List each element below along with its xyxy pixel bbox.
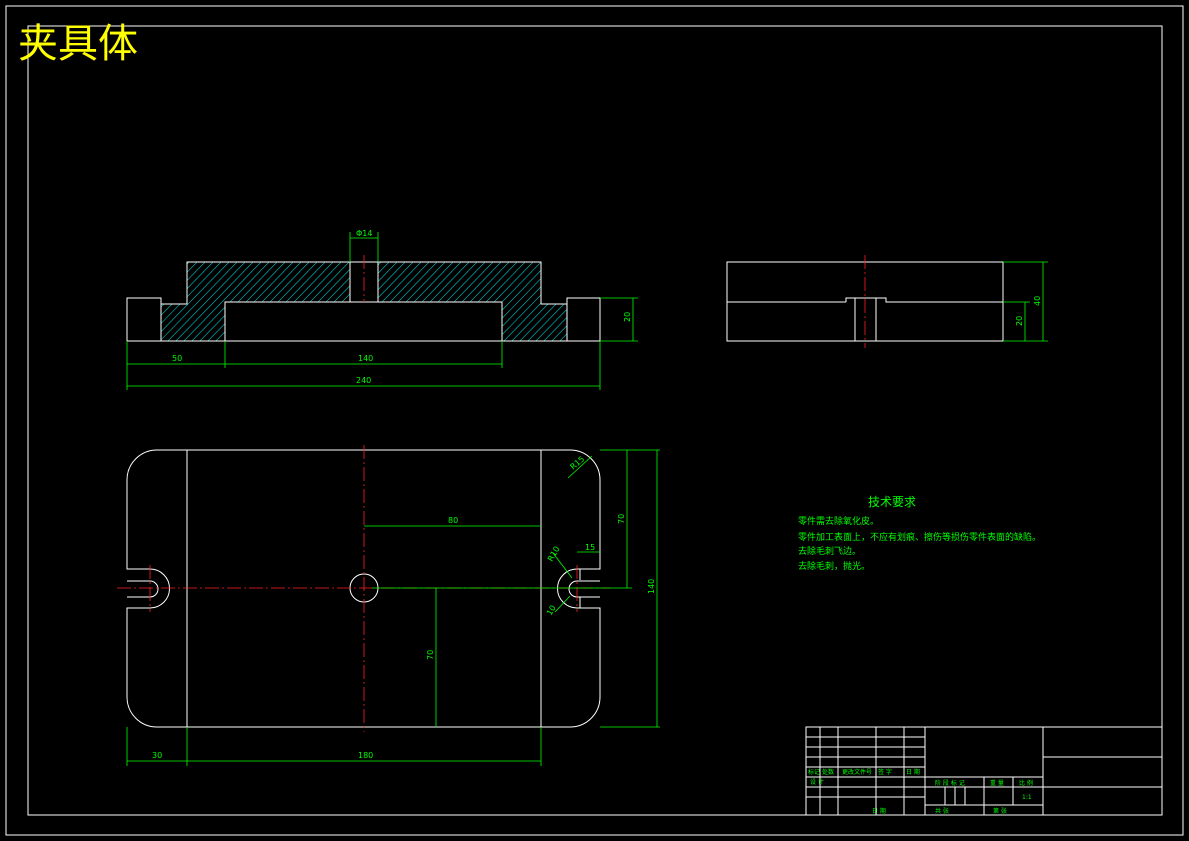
top-view: R15 80 70 140 R10 15 10 70 30 180 xyxy=(117,445,660,766)
hatch-line xyxy=(572,258,657,345)
top-outline xyxy=(126,449,601,728)
hatch-line xyxy=(652,258,737,345)
outer-border xyxy=(5,5,1184,836)
hatch-line xyxy=(161,262,186,341)
drawing-title: 夹具体 xyxy=(18,21,138,67)
svg-text:设 计: 设 计 xyxy=(810,778,824,786)
hatch-line xyxy=(588,258,673,345)
hatch-line xyxy=(604,258,689,345)
dim-80: 80 xyxy=(448,516,458,525)
scale-value: 1:1 xyxy=(1022,794,1032,801)
dim-left: 50 xyxy=(172,354,182,363)
hatch-line xyxy=(547,262,567,341)
dim-140: 140 xyxy=(647,579,656,594)
front-section-view: Φ14 50 140 240 20 xyxy=(126,229,737,390)
svg-text:重 量: 重 量 xyxy=(990,779,1004,787)
hatch-line xyxy=(644,258,729,345)
hatch-line xyxy=(596,258,681,345)
dim-30: 30 xyxy=(152,751,162,760)
left-slot xyxy=(127,580,159,598)
hatch-line xyxy=(491,262,567,341)
svg-text:更改文件号: 更改文件号 xyxy=(842,768,872,776)
hatch-line xyxy=(628,258,713,345)
svg-text:日 期: 日 期 xyxy=(906,768,920,776)
svg-text:第 张: 第 张 xyxy=(993,807,1007,815)
hatch-line xyxy=(612,258,697,345)
svg-text:标记: 标记 xyxy=(808,768,820,776)
dim-10: 10 xyxy=(545,604,558,617)
tech-item-2: 零件加工表面上，不应有划痕、擦伤等损伤零件表面的缺陷。 xyxy=(798,531,1041,543)
dim-total: 240 xyxy=(356,376,371,385)
hatch-line xyxy=(499,262,567,341)
dim-70b: 70 xyxy=(426,650,435,660)
tech-requirements: 技术要求 零件需去除氧化皮。 零件加工表面上，不应有划痕、擦伤等损伤零件表面的缺… xyxy=(798,495,1041,572)
hatch-line xyxy=(580,258,665,345)
svg-text:签 字: 签 字 xyxy=(878,768,892,776)
tech-item-3: 去除毛刺飞边。 xyxy=(798,545,861,557)
tech-heading: 技术要求 xyxy=(868,495,916,509)
hatch-line xyxy=(161,262,226,341)
title-block: 标记 处数 更改文件号 签 字 日 期 设 计 阶 段 标 记 重 量 比 例 … xyxy=(805,726,1163,816)
hatch-line xyxy=(563,262,567,341)
dim-180: 180 xyxy=(358,751,373,760)
dim-bore: Φ14 xyxy=(356,229,372,238)
right-slot xyxy=(568,580,600,598)
dim-r10: R10 xyxy=(546,545,562,563)
svg-text:比 例: 比 例 xyxy=(1019,779,1033,787)
hatch-line xyxy=(515,262,567,341)
hatch-line xyxy=(161,262,218,341)
svg-text:阶 段 标 记: 阶 段 标 记 xyxy=(935,779,965,787)
svg-text:日 期: 日 期 xyxy=(872,807,886,815)
dim-mid: 140 xyxy=(358,354,373,363)
inner-frame xyxy=(27,25,1163,816)
svg-text:共 张: 共 张 xyxy=(935,807,949,815)
tech-item-4: 去除毛刺，抛光。 xyxy=(798,560,870,572)
dim-15: 15 xyxy=(585,543,595,552)
side-view: 40 20 xyxy=(726,255,1048,348)
hatch-line xyxy=(531,262,567,341)
hatch-line xyxy=(555,262,567,341)
dim-70a: 70 xyxy=(617,514,626,524)
front-recess xyxy=(224,301,503,341)
dim-height: 20 xyxy=(623,312,632,322)
drawing-canvas: 夹具体 Φ14 50 140 240 20 40 20 R15 80 70 14… xyxy=(5,5,1184,836)
hatch-line xyxy=(161,262,202,341)
hatch-line xyxy=(636,258,721,345)
hatch-line xyxy=(161,262,210,341)
svg-text:处数: 处数 xyxy=(822,768,834,776)
hatch-line xyxy=(539,262,567,341)
hatch-line xyxy=(507,262,567,341)
tech-item-1: 零件需去除氧化皮。 xyxy=(798,515,879,527)
hatch-line xyxy=(161,262,194,341)
side-dim-total: 40 xyxy=(1033,296,1042,306)
side-dim-step: 20 xyxy=(1015,316,1024,326)
